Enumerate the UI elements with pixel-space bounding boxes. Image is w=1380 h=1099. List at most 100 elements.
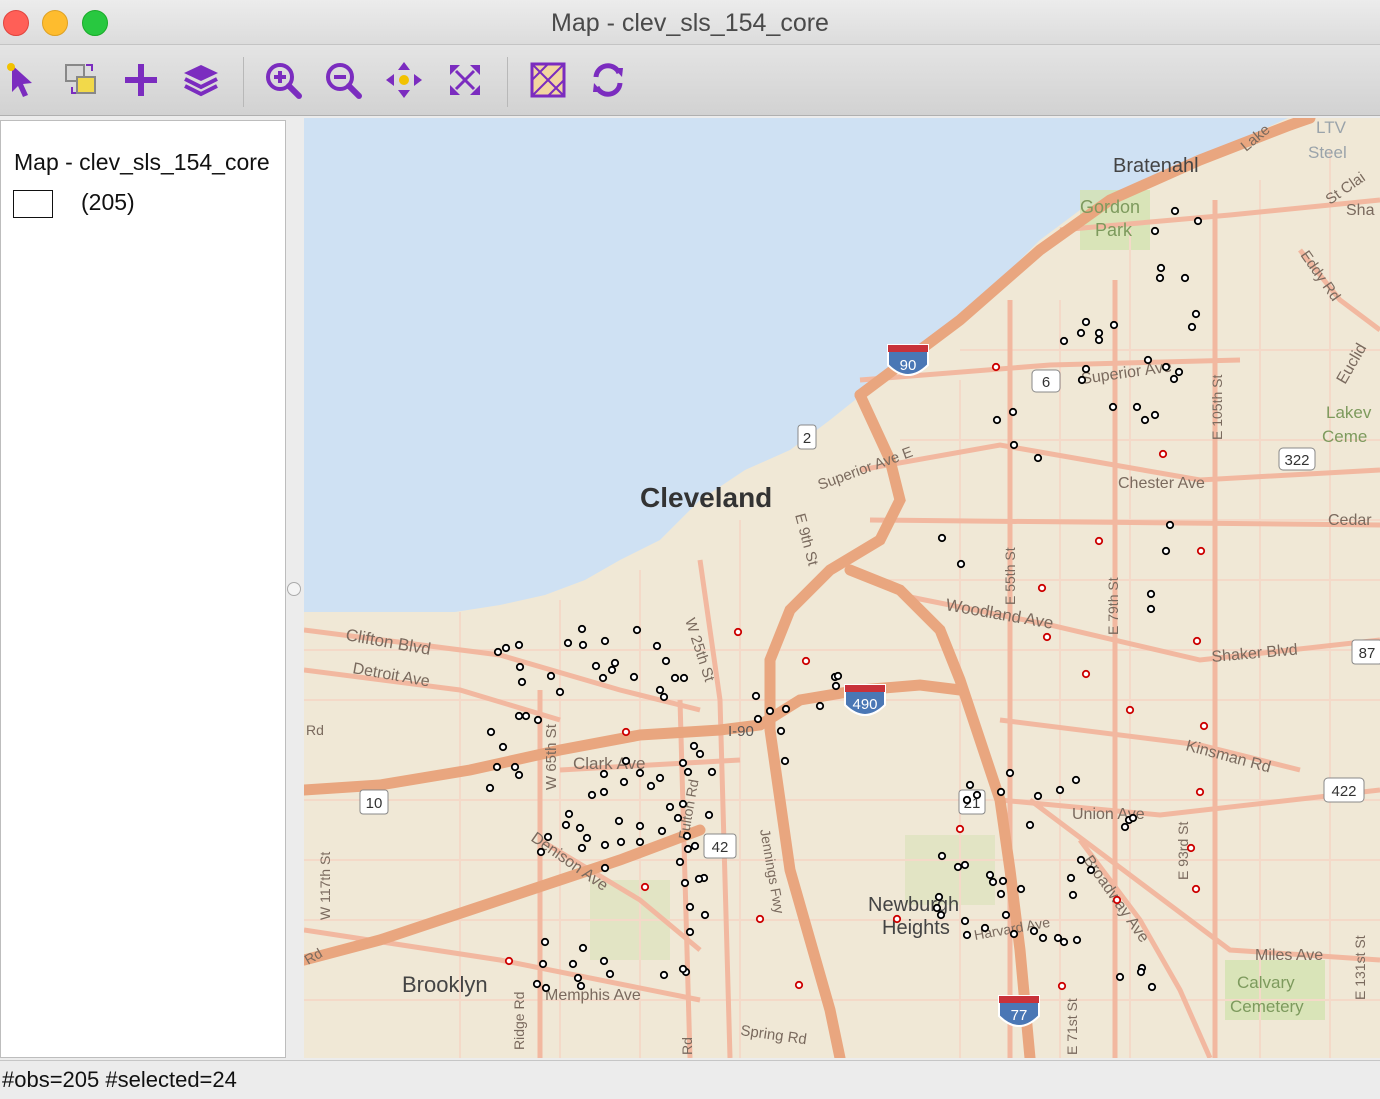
observation-point[interactable] bbox=[680, 878, 690, 888]
observation-point[interactable] bbox=[1150, 226, 1160, 236]
observation-point[interactable] bbox=[1155, 273, 1165, 283]
selected-observation-point[interactable] bbox=[504, 956, 514, 966]
observation-point[interactable] bbox=[635, 821, 645, 831]
selected-observation-point[interactable] bbox=[801, 656, 811, 666]
observation-point[interactable] bbox=[1180, 273, 1190, 283]
copy-image-button[interactable] bbox=[60, 59, 102, 101]
observation-point[interactable] bbox=[652, 641, 662, 651]
observation-point[interactable] bbox=[932, 903, 942, 913]
observation-point[interactable] bbox=[521, 711, 531, 721]
selected-observation-point[interactable] bbox=[1191, 884, 1201, 894]
layers-button[interactable] bbox=[180, 59, 222, 101]
observation-point[interactable] bbox=[1001, 910, 1011, 920]
observation-point[interactable] bbox=[646, 781, 656, 791]
observation-point[interactable] bbox=[1029, 926, 1039, 936]
observation-point[interactable] bbox=[1081, 364, 1091, 374]
observation-point[interactable] bbox=[610, 658, 620, 668]
observation-point[interactable] bbox=[998, 876, 1008, 886]
observation-point[interactable] bbox=[996, 787, 1006, 797]
selected-observation-point[interactable] bbox=[1081, 669, 1091, 679]
add-layer-button[interactable] bbox=[120, 59, 162, 101]
observation-point[interactable] bbox=[1094, 328, 1104, 338]
observation-point[interactable] bbox=[1038, 933, 1048, 943]
observation-point[interactable] bbox=[510, 762, 520, 772]
select-tool-button[interactable] bbox=[2, 59, 44, 101]
pan-button[interactable] bbox=[383, 59, 425, 101]
observation-point[interactable] bbox=[1120, 822, 1130, 832]
observation-point[interactable] bbox=[1169, 374, 1179, 384]
observation-point[interactable] bbox=[956, 559, 966, 569]
observation-point[interactable] bbox=[599, 769, 609, 779]
selected-observation-point[interactable] bbox=[991, 362, 1001, 372]
selected-observation-point[interactable] bbox=[1158, 449, 1168, 459]
selected-observation-point[interactable] bbox=[1112, 895, 1122, 905]
observation-point[interactable] bbox=[665, 802, 675, 812]
selected-observation-point[interactable] bbox=[1199, 721, 1209, 731]
observation-point[interactable] bbox=[1146, 604, 1156, 614]
observation-point[interactable] bbox=[694, 874, 704, 884]
observation-point[interactable] bbox=[536, 847, 546, 857]
observation-point[interactable] bbox=[1128, 813, 1138, 823]
observation-point[interactable] bbox=[1115, 972, 1125, 982]
observation-point[interactable] bbox=[635, 768, 645, 778]
observation-point[interactable] bbox=[1059, 336, 1069, 346]
observation-point[interactable] bbox=[753, 714, 763, 724]
basemap-button[interactable] bbox=[527, 59, 569, 101]
observation-point[interactable] bbox=[1108, 402, 1118, 412]
observation-point[interactable] bbox=[776, 726, 786, 736]
map-canvas[interactable]: Cleveland Bratenahl Gordon Park Brooklyn… bbox=[304, 118, 1380, 1058]
observation-point[interactable] bbox=[632, 625, 642, 635]
observation-point[interactable] bbox=[1170, 206, 1180, 216]
observation-point[interactable] bbox=[1094, 335, 1104, 345]
observation-point[interactable] bbox=[1161, 362, 1171, 372]
zoom-out-button[interactable] bbox=[322, 59, 364, 101]
refresh-button[interactable] bbox=[587, 59, 629, 101]
observation-point[interactable] bbox=[972, 790, 982, 800]
observation-point[interactable] bbox=[575, 823, 585, 833]
selected-observation-point[interactable] bbox=[1057, 981, 1067, 991]
observation-point[interactable] bbox=[1156, 263, 1166, 273]
observation-point[interactable] bbox=[980, 923, 990, 933]
observation-point[interactable] bbox=[1147, 982, 1157, 992]
observation-point[interactable] bbox=[657, 826, 667, 836]
observation-point[interactable] bbox=[707, 767, 717, 777]
selected-observation-point[interactable] bbox=[1195, 787, 1205, 797]
observation-point[interactable] bbox=[700, 910, 710, 920]
observation-point[interactable] bbox=[1081, 317, 1091, 327]
observation-point[interactable] bbox=[598, 673, 608, 683]
observation-point[interactable] bbox=[1077, 375, 1087, 385]
observation-point[interactable] bbox=[1140, 415, 1150, 425]
observation-point[interactable] bbox=[578, 640, 588, 650]
observation-point[interactable] bbox=[655, 685, 665, 695]
observation-point[interactable] bbox=[1066, 873, 1076, 883]
selected-observation-point[interactable] bbox=[1125, 705, 1135, 715]
observation-point[interactable] bbox=[1150, 410, 1160, 420]
observation-point[interactable] bbox=[678, 799, 688, 809]
observation-point[interactable] bbox=[1174, 367, 1184, 377]
observation-point[interactable] bbox=[600, 863, 610, 873]
observation-point[interactable] bbox=[960, 860, 970, 870]
selected-observation-point[interactable] bbox=[733, 627, 743, 637]
observation-point[interactable] bbox=[673, 813, 683, 823]
observation-point[interactable] bbox=[1193, 216, 1203, 226]
observation-point[interactable] bbox=[953, 862, 963, 872]
observation-point[interactable] bbox=[659, 692, 669, 702]
observation-point[interactable] bbox=[515, 662, 525, 672]
observation-point[interactable] bbox=[555, 687, 565, 697]
selected-observation-point[interactable] bbox=[1192, 636, 1202, 646]
observation-point[interactable] bbox=[936, 910, 946, 920]
selected-observation-point[interactable] bbox=[1042, 632, 1052, 642]
observation-point[interactable] bbox=[960, 916, 970, 926]
observation-point[interactable] bbox=[1009, 440, 1019, 450]
observation-point[interactable] bbox=[690, 841, 700, 851]
observation-point[interactable] bbox=[765, 706, 775, 716]
observation-point[interactable] bbox=[996, 889, 1006, 899]
observation-point[interactable] bbox=[985, 870, 995, 880]
observation-point[interactable] bbox=[599, 956, 609, 966]
observation-point[interactable] bbox=[614, 816, 624, 826]
observation-point[interactable] bbox=[1161, 546, 1171, 556]
observation-point[interactable] bbox=[1068, 890, 1078, 900]
observation-point[interactable] bbox=[781, 704, 791, 714]
observation-point[interactable] bbox=[679, 673, 689, 683]
observation-point[interactable] bbox=[561, 820, 571, 830]
